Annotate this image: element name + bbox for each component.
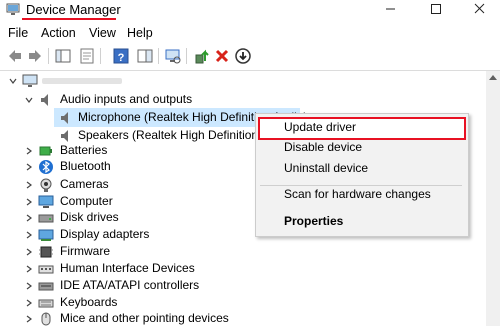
svg-text:?: ? xyxy=(118,52,125,64)
toolbar-separator xyxy=(186,48,187,64)
expand-chevron-icon[interactable] xyxy=(24,180,34,190)
menu-item-properties[interactable]: Properties xyxy=(284,212,343,230)
scroll-up-arrow-icon[interactable] xyxy=(489,75,497,80)
expand-chevron-icon[interactable] xyxy=(24,146,34,156)
expand-chevron-icon[interactable] xyxy=(24,213,34,223)
title-highlight-underline xyxy=(22,18,116,20)
tree-item-label: Mice and other pointing devices xyxy=(60,311,229,325)
computer-root-icon xyxy=(22,74,38,87)
display-adapter-icon xyxy=(38,229,54,241)
expand-chevron-icon[interactable] xyxy=(24,230,34,240)
title-bar: Device Manager xyxy=(0,0,500,20)
forward-arrow-icon[interactable] xyxy=(26,47,44,65)
bluetooth-icon xyxy=(39,160,53,174)
toolbar-separator xyxy=(48,48,49,64)
disable-device-icon[interactable] xyxy=(234,47,252,65)
uninstall-icon[interactable] xyxy=(213,47,231,65)
expand-chevron-icon[interactable] xyxy=(24,298,34,308)
context-menu: Update driver Disable device Uninstall d… xyxy=(255,113,469,237)
menu-action[interactable]: Action xyxy=(41,24,76,42)
vertical-scrollbar[interactable] xyxy=(486,71,500,326)
expand-chevron-icon[interactable] xyxy=(24,281,34,291)
toolbar: ? xyxy=(0,44,500,68)
show-hide-tree-icon[interactable] xyxy=(54,47,72,65)
menu-bar: File Action View Help xyxy=(0,24,500,42)
device-manager-app-icon xyxy=(6,3,20,15)
tree-item-label: Bluetooth xyxy=(60,159,111,173)
menu-view[interactable]: View xyxy=(89,24,116,42)
menu-item-scan-hardware[interactable]: Scan for hardware changes xyxy=(284,185,431,203)
disk-drive-icon xyxy=(38,214,54,223)
menu-help[interactable]: Help xyxy=(127,24,153,42)
properties-icon[interactable] xyxy=(78,47,96,65)
speaker-icon xyxy=(61,112,68,124)
expand-chevron-icon[interactable] xyxy=(24,162,34,172)
hid-icon xyxy=(38,265,54,274)
expand-chevron-icon[interactable] xyxy=(24,197,34,207)
ide-controller-icon xyxy=(38,282,54,291)
collapse-chevron-icon[interactable] xyxy=(8,76,18,86)
speaker-icon xyxy=(41,94,48,106)
tree-item-audio[interactable]: Audio inputs and outputs xyxy=(0,90,486,109)
maximize-icon[interactable] xyxy=(416,0,456,18)
menu-file[interactable]: File xyxy=(8,24,28,42)
menu-item-update-driver[interactable]: Update driver xyxy=(284,118,356,136)
help-icon[interactable]: ? xyxy=(112,47,130,65)
tree-item-mice[interactable]: Mice and other pointing devices xyxy=(0,309,486,328)
scan-hardware-icon[interactable] xyxy=(164,47,182,65)
camera-icon xyxy=(40,178,52,192)
toolbar-separator xyxy=(100,48,101,64)
firmware-chip-icon xyxy=(39,246,53,258)
minimize-icon[interactable] xyxy=(370,0,410,18)
action-pane-icon[interactable] xyxy=(136,47,154,65)
back-arrow-icon[interactable] xyxy=(6,47,24,65)
expand-chevron-icon[interactable] xyxy=(24,314,34,324)
tree-item-label: Audio inputs and outputs xyxy=(60,92,193,106)
update-driver-icon[interactable] xyxy=(193,47,211,65)
menu-item-uninstall-device[interactable]: Uninstall device xyxy=(284,159,368,177)
toolbar-separator xyxy=(158,48,159,64)
expand-chevron-icon[interactable] xyxy=(24,264,34,274)
window-title: Device Manager xyxy=(26,2,121,17)
close-icon[interactable] xyxy=(460,0,500,18)
expand-chevron-icon[interactable] xyxy=(24,247,34,257)
menu-item-disable-device[interactable]: Disable device xyxy=(284,138,362,156)
collapse-chevron-icon[interactable] xyxy=(24,95,34,105)
computer-name-blurred xyxy=(42,78,122,84)
tree-root-row[interactable] xyxy=(0,71,486,90)
